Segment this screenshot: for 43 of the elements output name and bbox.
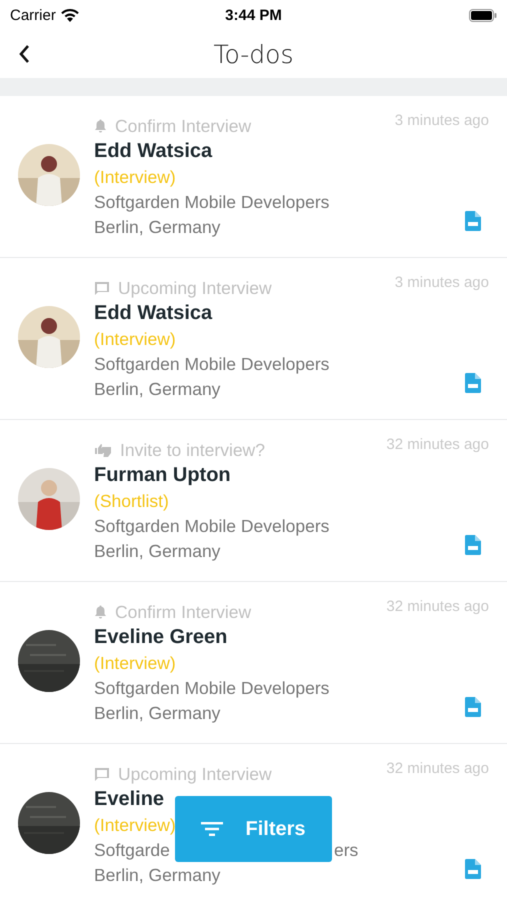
thumbs-icon <box>94 442 112 458</box>
location-label: Berlin, Germany <box>94 864 220 887</box>
company-name: Softgarde <box>94 840 170 860</box>
event-label: Confirm Interview <box>115 116 252 136</box>
company-name: Softgarden Mobile Developers <box>94 192 330 212</box>
company-name: ers <box>334 839 358 862</box>
stage-label: (Interview) <box>94 328 176 351</box>
company-name: Softgarden Mobile Developers <box>94 354 330 374</box>
bell-icon <box>94 605 107 619</box>
stage-label: (Interview) <box>94 652 176 675</box>
carrier-label: Carrier <box>10 6 56 24</box>
battery-icon <box>469 8 497 22</box>
candidate-name: Edd Watsica <box>94 139 212 164</box>
message-icon <box>94 280 110 296</box>
bell-icon <box>94 119 107 133</box>
clock-time: 3:44 PM <box>225 6 282 24</box>
location-label: Berlin, Germany <box>94 378 220 401</box>
wifi-icon <box>60 8 79 22</box>
event-label: Upcoming Interview <box>118 278 272 298</box>
pdf-icon[interactable] <box>465 373 481 393</box>
message-icon <box>94 766 110 782</box>
back-icon[interactable] <box>18 44 30 64</box>
location-label: Berlin, Germany <box>94 540 220 563</box>
candidate-name: Eveline <box>94 787 164 812</box>
event-label: Confirm Interview <box>115 602 252 622</box>
stage-label: (Shortlist) <box>94 490 169 513</box>
location-label: Berlin, Germany <box>94 216 220 239</box>
page-title: To-dos <box>214 40 294 68</box>
stage-label: (Interview) <box>94 166 176 189</box>
candidate-name: Eveline Green <box>94 625 228 650</box>
pdf-icon[interactable] <box>465 697 481 717</box>
candidate-name: Furman Upton <box>94 463 231 488</box>
filter-icon <box>201 822 224 836</box>
pdf-icon[interactable] <box>465 211 481 231</box>
event-label: Invite to interview? <box>120 440 265 460</box>
company-name: Softgarden Mobile Developers <box>94 678 330 698</box>
event-label: Upcoming Interview <box>118 764 272 784</box>
pdf-icon[interactable] <box>465 535 481 555</box>
pdf-icon[interactable] <box>465 859 481 879</box>
location-label: Berlin, Germany <box>94 702 220 725</box>
candidate-name: Edd Watsica <box>94 301 212 326</box>
stage-label: (Interview) <box>94 814 176 837</box>
company-name: Softgarden Mobile Developers <box>94 516 330 536</box>
